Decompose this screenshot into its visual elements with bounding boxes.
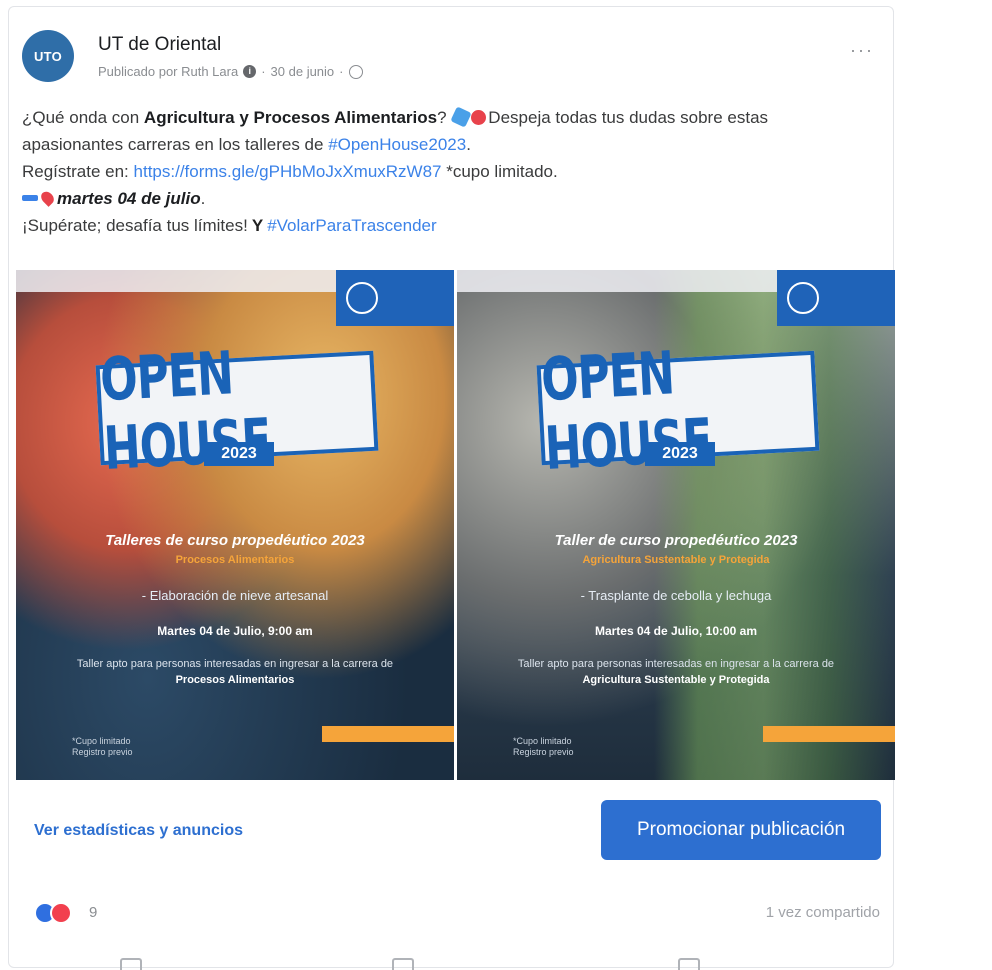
post-line-1: ¿Qué onda con Agricultura y Procesos Ali…: [22, 106, 769, 128]
poster-note: *Cupo limitado Registro previo: [72, 736, 133, 757]
more-options-icon[interactable]: ···: [850, 40, 874, 61]
separator-dot: ·: [339, 64, 344, 79]
rocket-icon: [450, 106, 472, 128]
share-count[interactable]: 1 vez compartido: [766, 904, 880, 921]
post-meta: Publicado por Ruth Lara i · 30 de junio …: [98, 64, 363, 79]
poster-description: Taller apto para personas interesadas en…: [76, 658, 394, 686]
poster-hashtag-tag: [763, 726, 895, 742]
poster-activity: - Elaboración de nieve artesanal: [141, 588, 329, 603]
post-header: UTO UT de Oriental Publicado por Ruth La…: [22, 22, 882, 92]
post-images: OPEN HOUSE 2023 Talleres de curso proped…: [16, 270, 896, 780]
open-house-year: 2023: [204, 442, 274, 466]
comment-button-icon[interactable]: [392, 958, 414, 970]
poster-note: *Cupo limitado Registro previo: [513, 736, 574, 757]
poster-image[interactable]: OPEN HOUSE 2023 Talleres de curso proped…: [16, 270, 454, 780]
post-line-4: martes 04 de julio.: [22, 185, 882, 212]
reactions-row: 9 1 vez compartido: [34, 900, 884, 928]
bottom-action-bar: [100, 958, 800, 970]
author-label[interactable]: Publicado por Ruth Lara: [98, 64, 238, 79]
university-logo-icon: [787, 282, 819, 314]
promote-button[interactable]: Promocionar publicación: [601, 800, 881, 860]
poster-description: Taller apto para personas interesadas en…: [517, 658, 835, 686]
love-reaction-icon[interactable]: [50, 902, 72, 924]
stats-link[interactable]: Ver estadísticas y anuncios: [34, 822, 243, 840]
reaction-count[interactable]: 9: [89, 904, 97, 921]
post-line-3: Regístrate en: https://forms.gle/gPHbMoJ…: [22, 162, 558, 181]
university-logo-icon: [346, 282, 378, 314]
event-date: martes 04 de julio: [57, 189, 201, 208]
poster-date: Martes 04 de Julio, 9:00 am: [157, 624, 313, 638]
poster-activity: - Trasplante de cebolla y lechuga: [580, 588, 772, 603]
post-line-5: ¡Supérate; desafía tus límites! Y #VolarPa…: [22, 216, 437, 235]
post-body: ¿Qué onda con Agricultura y Procesos Ali…: [22, 104, 882, 239]
poster-title: Taller de curso propedéutico 2023: [554, 532, 798, 549]
globe-icon: [348, 64, 363, 79]
page-name[interactable]: UT de Oriental: [98, 34, 221, 56]
university-badge: [777, 270, 895, 326]
registration-link[interactable]: https://forms.gle/gPHbMoJxXmuxRzW87: [134, 162, 442, 181]
avatar[interactable]: UTO: [22, 30, 74, 82]
hashtag-volar[interactable]: #VolarParaTrascender: [267, 216, 436, 235]
pin-icon: [38, 189, 57, 207]
like-button-icon[interactable]: [120, 958, 142, 970]
open-house-year: 2023: [645, 442, 715, 466]
post-date[interactable]: 30 de junio: [271, 64, 335, 79]
poster-subtitle: Agricultura Sustentable y Protegida: [582, 554, 770, 566]
bird-icon: Y: [251, 216, 264, 235]
info-icon[interactable]: i: [243, 65, 257, 78]
poster-date: Martes 04 de Julio, 10:00 am: [594, 624, 758, 638]
poster-subtitle: Procesos Alimentarios: [175, 554, 295, 566]
hashtag-openhouse[interactable]: #OpenHouse2023: [328, 135, 466, 154]
post-actions-row: Ver estadísticas y anuncios Promocionar …: [34, 800, 884, 864]
poster-hashtag-tag: [322, 726, 454, 742]
apple-icon: [471, 110, 487, 125]
separator-dot: ·: [261, 64, 266, 79]
bold-careers: Agricultura y Procesos Alimentarios: [143, 108, 438, 127]
dash-icon: [22, 195, 38, 201]
poster-title: Talleres de curso propedéutico 2023: [105, 532, 365, 549]
university-badge: [336, 270, 454, 326]
post-line-2: apasionantes carreras en los talleres de…: [22, 135, 471, 154]
poster-image[interactable]: OPEN HOUSE 2023 Taller de curso propedéu…: [457, 270, 895, 780]
share-button-icon[interactable]: [678, 958, 700, 970]
